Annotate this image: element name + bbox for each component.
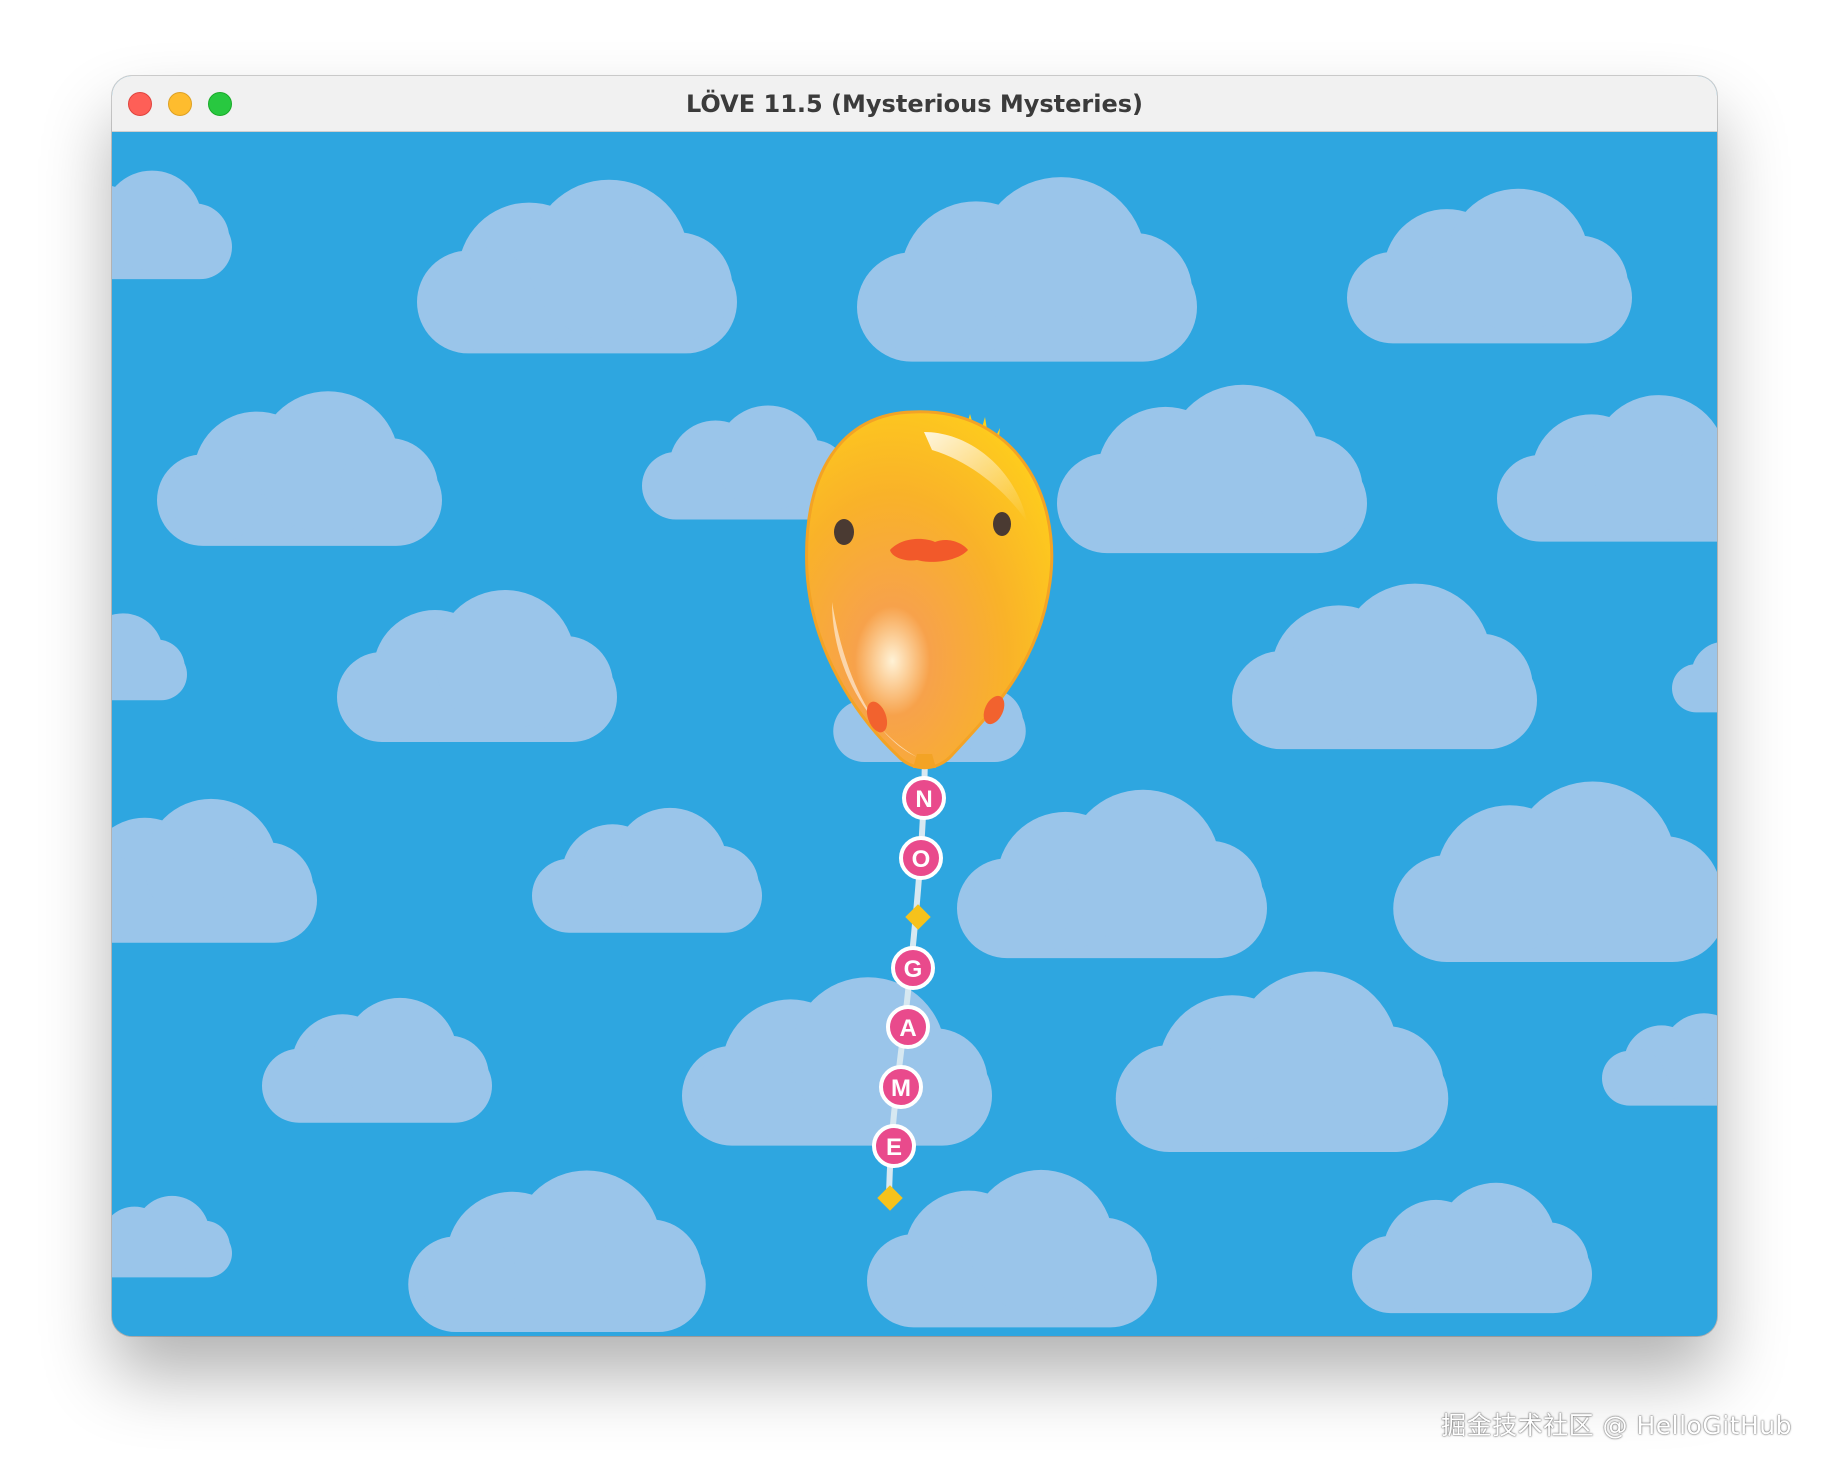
cloud — [682, 977, 992, 1146]
bead-diamond — [877, 1185, 903, 1211]
cloud — [112, 170, 232, 280]
cloud — [112, 798, 317, 943]
app-window: LÖVE 11.5 (Mysterious Mysteries) N O G A… — [112, 76, 1717, 1336]
game-scene: N O G A M E — [112, 170, 1717, 1332]
bead-letter: A — [899, 1015, 916, 1042]
cloud — [857, 177, 1197, 362]
cloud — [417, 179, 737, 354]
cloud — [1672, 630, 1717, 713]
bead-letter: M — [891, 1075, 911, 1102]
bead-o: O — [899, 836, 943, 880]
bead-a: A — [886, 1005, 930, 1049]
cloud — [262, 997, 492, 1123]
cloud — [157, 391, 442, 546]
cloud — [1393, 781, 1717, 962]
cloud — [1602, 1013, 1717, 1106]
cloud — [337, 590, 617, 742]
bead-m: M — [879, 1065, 923, 1109]
cloud — [1232, 583, 1537, 750]
bead-letter: O — [912, 846, 931, 873]
cloud — [1057, 384, 1367, 554]
cloud — [867, 1169, 1157, 1328]
bead-diamond — [905, 904, 931, 930]
cloud — [532, 807, 762, 933]
cloud — [1347, 188, 1632, 344]
game-canvas[interactable]: N O G A M E — [112, 132, 1717, 1336]
cloud — [112, 613, 187, 701]
watermark-text: 掘金技术社区 @ HelloGitHub — [1441, 1411, 1792, 1440]
bead-letter: G — [904, 956, 923, 983]
bead-e: E — [872, 1124, 916, 1168]
cloud — [957, 789, 1267, 959]
bead-g: G — [891, 946, 935, 990]
bead-letter: N — [915, 786, 932, 813]
bead-n: N — [902, 776, 946, 820]
bead-letter: E — [886, 1134, 902, 1161]
cloud — [1352, 1182, 1592, 1314]
title-bar[interactable]: LÖVE 11.5 (Mysterious Mysteries) — [112, 76, 1717, 132]
cloud — [408, 1170, 706, 1332]
balloon-knot — [913, 754, 936, 768]
cloud — [112, 1195, 232, 1278]
cloud — [1497, 395, 1717, 542]
duck-eye-left — [834, 519, 854, 545]
window-title: LÖVE 11.5 (Mysterious Mysteries) — [685, 90, 1144, 118]
cloud — [1115, 971, 1449, 1152]
duck-eye-right — [993, 512, 1011, 536]
